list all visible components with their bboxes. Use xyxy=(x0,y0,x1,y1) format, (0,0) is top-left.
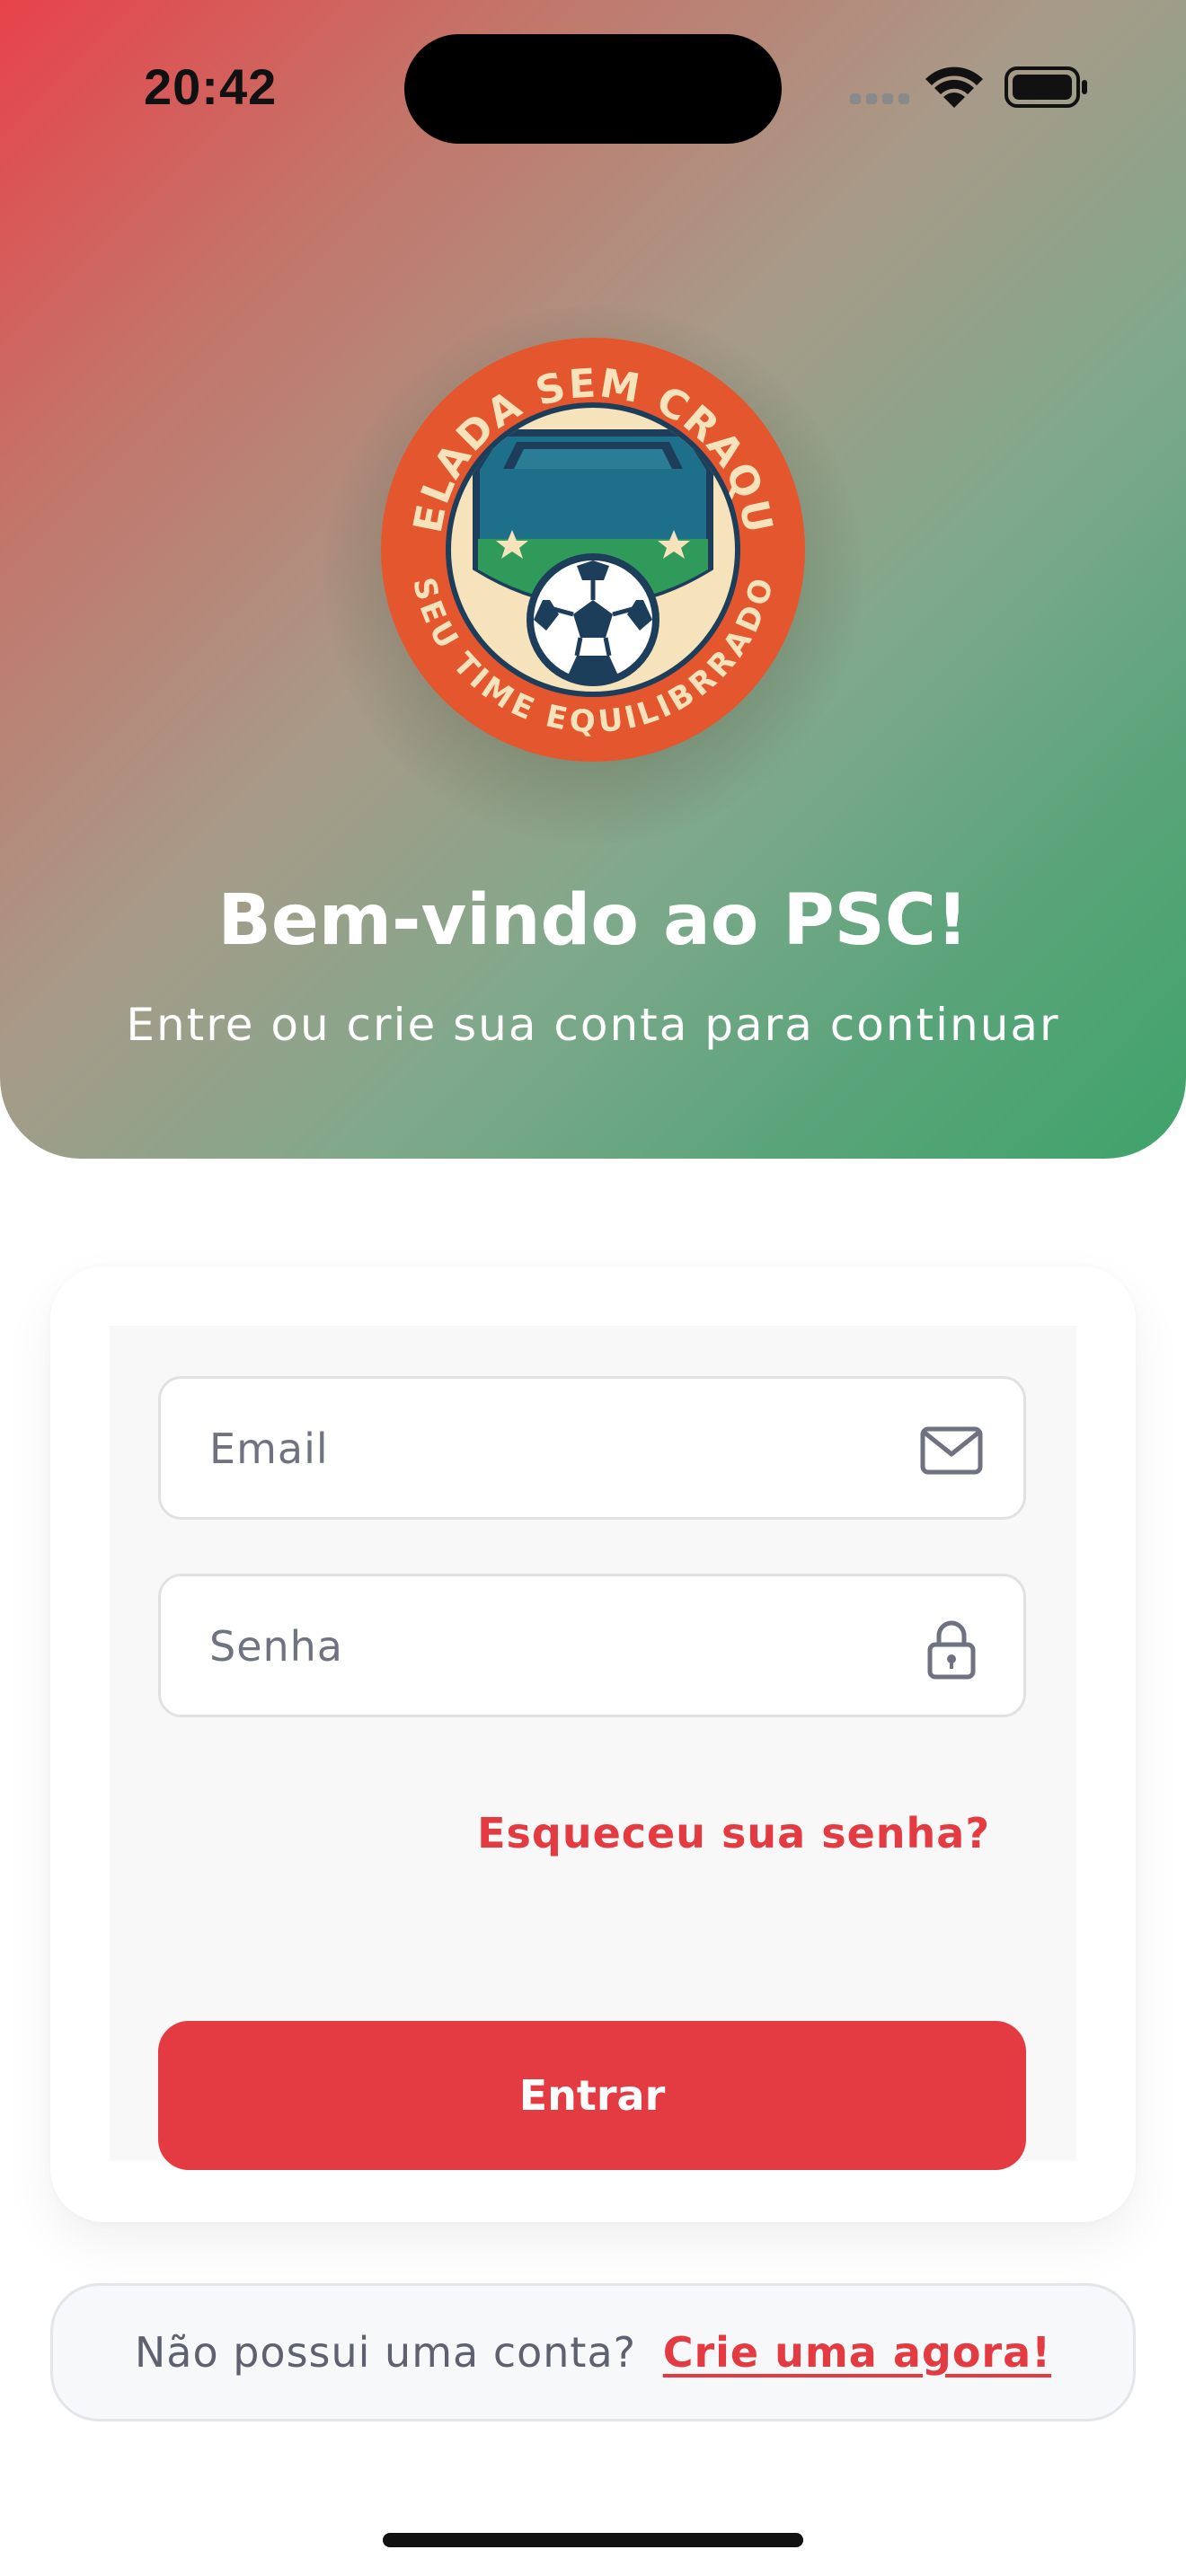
status-icons xyxy=(850,66,1087,108)
login-card: Esqueceu sua senha? Entrar xyxy=(50,1266,1136,2222)
email-input[interactable] xyxy=(208,1379,894,1519)
page-subtitle: Entre ou crie sua conta para continuar xyxy=(126,999,1060,1051)
battery-icon xyxy=(1005,66,1087,108)
signup-prompt-text: Não possui uma conta? xyxy=(134,2328,637,2377)
hero-header: 20:42 ELADA SEM CRAQU SEU TIME EQUILIBRR… xyxy=(0,0,1186,1159)
cellular-signal-icon xyxy=(850,93,909,104)
status-bar: 20:42 xyxy=(0,0,1186,180)
status-time: 20:42 xyxy=(144,58,278,115)
wifi-icon xyxy=(925,66,983,108)
soccer-ball-icon xyxy=(527,553,659,686)
dynamic-island xyxy=(404,34,782,144)
signup-link[interactable]: Crie uma agora! xyxy=(663,2328,1051,2377)
home-indicator[interactable] xyxy=(383,2533,803,2547)
logo-badge: PELADA SEM CRAQUE SEU TIME EQUILIBRRADO xyxy=(362,298,805,762)
password-input[interactable] xyxy=(208,1576,894,1716)
login-button[interactable]: Entrar xyxy=(158,2021,1026,2170)
forgot-password-link[interactable]: Esqueceu sua senha? xyxy=(477,1809,990,1857)
page-title: Bem-vindo ao PSC! xyxy=(217,880,969,961)
mail-icon xyxy=(920,1426,983,1475)
signup-prompt: Não possui uma conta? Crie uma agora! xyxy=(50,2283,1136,2422)
login-form: Esqueceu sua senha? Entrar xyxy=(110,1326,1076,2170)
app-logo: PELADA SEM CRAQUE SEU TIME EQUILIBRRADO xyxy=(362,298,809,765)
password-field[interactable] xyxy=(158,1574,1026,1717)
login-screen: 20:42 ELADA SEM CRAQU SEU TIME EQUILIBRR… xyxy=(0,0,1186,2576)
lock-icon xyxy=(927,1620,976,1680)
email-field[interactable] xyxy=(158,1376,1026,1520)
